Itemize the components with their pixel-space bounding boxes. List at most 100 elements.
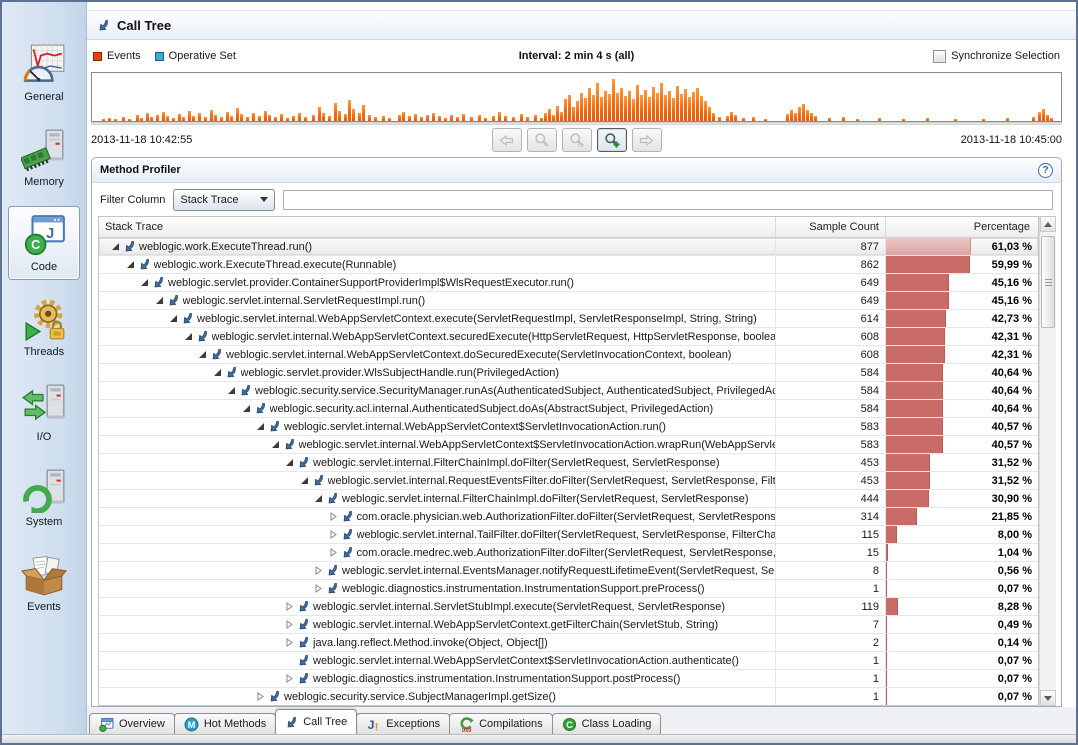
timeline-bar — [286, 118, 289, 121]
tree-toggle[interactable] — [312, 494, 325, 504]
forward-button[interactable] — [632, 128, 662, 152]
table-row[interactable]: weblogic.servlet.internal.EventsManager.… — [99, 562, 1038, 580]
tree-toggle[interactable] — [312, 566, 325, 576]
tree-toggle[interactable] — [182, 332, 195, 342]
table-row[interactable]: weblogic.servlet.internal.ServletStubImp… — [99, 598, 1038, 616]
tree-toggle[interactable] — [153, 296, 166, 306]
back-button[interactable] — [492, 128, 522, 152]
table-row[interactable]: java.lang.reflect.Method.invoke(Object, … — [99, 634, 1038, 652]
stack-trace-cell: weblogic.servlet.internal.WebAppServletC… — [99, 436, 776, 453]
tree-toggle[interactable] — [254, 692, 267, 702]
tree-toggle[interactable] — [167, 314, 180, 324]
percentage-cell: 0,07 % — [886, 670, 1038, 687]
sidebar-item-io[interactable]: I/O — [8, 376, 80, 450]
tab-compilations[interactable]: 010Compilations — [449, 713, 553, 734]
column-header-percentage[interactable]: Percentage — [886, 217, 1038, 237]
percentage-cell: 0,56 % — [886, 562, 1038, 579]
table-row[interactable]: weblogic.servlet.internal.WebAppServletC… — [99, 328, 1038, 346]
tab-exceptions[interactable]: J!Exceptions — [356, 713, 450, 734]
svg-text:C: C — [31, 238, 40, 252]
table-row[interactable]: weblogic.servlet.internal.WebAppServletC… — [99, 346, 1038, 364]
percentage-cell: 0,07 % — [886, 688, 1038, 705]
tree-toggle[interactable] — [327, 512, 340, 522]
zoom-selection-button[interactable] — [562, 128, 592, 152]
tree-toggle[interactable] — [225, 386, 238, 396]
zoom-out-button[interactable] — [527, 128, 557, 152]
tree-toggle[interactable] — [283, 458, 296, 468]
percentage-cell: 21,85 % — [886, 508, 1038, 525]
sidebar-item-code[interactable]: JCCode — [8, 206, 80, 280]
table-row[interactable]: weblogic.diagnostics.instrumentation.Ins… — [99, 670, 1038, 688]
timeline-bar — [688, 97, 691, 121]
timeline-bar — [178, 114, 181, 121]
tab-class-loading[interactable]: CClass Loading — [552, 713, 662, 734]
table-row[interactable]: weblogic.security.service.SecurityManage… — [99, 382, 1038, 400]
tree-toggle[interactable] — [312, 584, 325, 594]
table-row[interactable]: weblogic.servlet.provider.WlsSubjectHand… — [99, 364, 1038, 382]
table-row[interactable]: weblogic.servlet.internal.WebAppServletC… — [99, 310, 1038, 328]
table-row[interactable]: weblogic.servlet.internal.WebAppServletC… — [99, 418, 1038, 436]
sidebar-item-system[interactable]: System — [8, 461, 80, 535]
tree-toggle[interactable] — [298, 476, 311, 486]
synchronize-selection-checkbox[interactable] — [933, 50, 946, 63]
vertical-scrollbar[interactable] — [1039, 216, 1056, 706]
tree-toggle[interactable] — [327, 530, 340, 540]
tree-toggle[interactable] — [138, 278, 151, 288]
timeline-bar — [108, 118, 111, 121]
tree-toggle[interactable] — [240, 404, 253, 414]
stack-trace-cell: weblogic.servlet.internal.TailFilter.doF… — [99, 526, 776, 543]
table-row[interactable]: weblogic.servlet.internal.TailFilter.doF… — [99, 526, 1038, 544]
scrollbar-track[interactable] — [1040, 232, 1056, 690]
scroll-up-button[interactable] — [1040, 216, 1056, 232]
tree-toggle[interactable] — [254, 422, 267, 432]
table-row[interactable]: weblogic.servlet.internal.RequestEventsF… — [99, 472, 1038, 490]
tree-toggle[interactable] — [196, 350, 209, 360]
sidebar-item-memory[interactable]: Memory — [8, 121, 80, 195]
table-row[interactable]: weblogic.servlet.internal.WebAppServletC… — [99, 616, 1038, 634]
sidebar-item-events[interactable]: Events — [8, 546, 80, 620]
method-icon — [123, 241, 136, 253]
table-row[interactable]: com.oracle.medrec.web.AuthorizationFilte… — [99, 544, 1038, 562]
tab-call-tree[interactable]: Call Tree — [275, 709, 357, 734]
scroll-down-button[interactable] — [1040, 690, 1056, 706]
filter-input[interactable] — [283, 190, 1053, 210]
tree-toggle[interactable] — [283, 674, 296, 684]
tree-toggle[interactable] — [283, 620, 296, 630]
timeline-bar — [318, 107, 321, 121]
table-row[interactable]: weblogic.work.ExecuteThread.execute(Runn… — [99, 256, 1038, 274]
timeline-chart[interactable] — [91, 72, 1062, 122]
table-row[interactable]: weblogic.servlet.internal.FilterChainImp… — [99, 454, 1038, 472]
tree-toggle[interactable] — [124, 260, 137, 270]
timeline-bar — [192, 116, 195, 121]
filter-column-dropdown[interactable]: Stack Trace — [173, 189, 275, 211]
synchronize-selection[interactable]: Synchronize Selection — [933, 50, 1060, 63]
scrollbar-thumb[interactable] — [1041, 236, 1055, 328]
zoom-in-button[interactable] — [597, 128, 627, 152]
sidebar-item-general[interactable]: General — [8, 36, 80, 110]
svg-text:J: J — [368, 717, 375, 731]
table-row[interactable]: weblogic.servlet.internal.ServletRequest… — [99, 292, 1038, 310]
tree-toggle[interactable] — [283, 638, 296, 648]
table-row[interactable]: weblogic.servlet.internal.WebAppServletC… — [99, 652, 1038, 670]
table-row[interactable]: weblogic.security.acl.internal.Authentic… — [99, 400, 1038, 418]
sidebar-item-threads[interactable]: Threads — [8, 291, 80, 365]
table-row[interactable]: weblogic.servlet.internal.FilterChainImp… — [99, 490, 1038, 508]
column-header-sample-count[interactable]: Sample Count — [776, 217, 886, 237]
help-icon[interactable]: ? — [1038, 163, 1053, 178]
tree-toggle[interactable] — [327, 548, 340, 558]
table-row[interactable]: weblogic.security.service.SubjectManager… — [99, 688, 1038, 705]
table-header: Stack Trace Sample Count Percentage — [99, 217, 1038, 238]
table-row[interactable]: weblogic.work.ExecuteThread.run()87761,0… — [99, 238, 1038, 256]
percentage-label: 40,57 % — [992, 418, 1032, 435]
table-row[interactable]: weblogic.servlet.internal.WebAppServletC… — [99, 436, 1038, 454]
table-row[interactable]: com.oracle.physician.web.AuthorizationFi… — [99, 508, 1038, 526]
tab-hot-methods[interactable]: MHot Methods — [174, 713, 276, 734]
tree-toggle[interactable] — [109, 242, 122, 252]
table-row[interactable]: weblogic.servlet.provider.ContainerSuppo… — [99, 274, 1038, 292]
tree-toggle[interactable] — [269, 440, 282, 450]
column-header-stack-trace[interactable]: Stack Trace — [99, 217, 776, 237]
tree-toggle[interactable] — [211, 368, 224, 378]
tree-toggle[interactable] — [283, 602, 296, 612]
tab-overview[interactable]: Overview — [89, 713, 175, 734]
table-row[interactable]: weblogic.diagnostics.instrumentation.Ins… — [99, 580, 1038, 598]
